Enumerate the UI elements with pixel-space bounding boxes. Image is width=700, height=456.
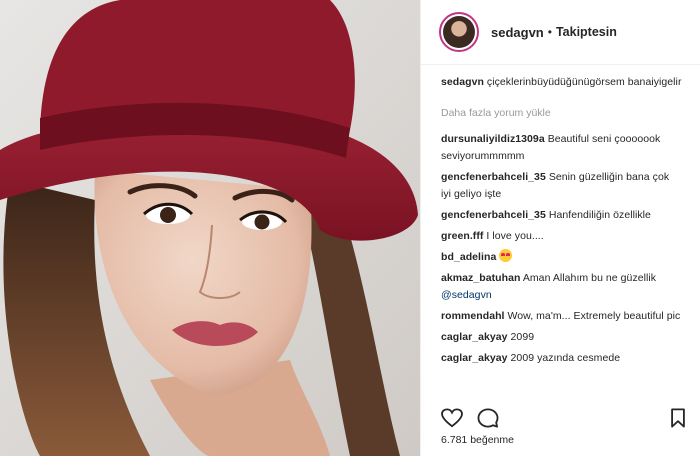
comment-item: gencfenerbahceli_35 Senin güzelliğin ban… xyxy=(441,169,682,203)
post-sidebar: sedagvn • Takiptesin sedagvn çiçeklerinb… xyxy=(420,0,700,456)
avatar-image xyxy=(443,16,475,48)
comment-username[interactable]: bd_adelina xyxy=(441,251,496,263)
comment-username[interactable]: gencfenerbahceli_35 xyxy=(441,209,546,221)
comment-username[interactable]: green.fff xyxy=(441,230,483,242)
caption-text: çiçeklerinbüyüdüğünügörsem banaiyigelir xyxy=(486,76,682,88)
comment-item: akmaz_batuhan Aman Allahım bu ne güzelli… xyxy=(441,270,682,304)
portrait-image xyxy=(0,0,420,456)
caption-username[interactable]: sedagvn xyxy=(441,76,484,88)
comment-text: Aman Allahım bu ne güzellik xyxy=(522,272,657,284)
instagram-post: sedagvn • Takiptesin sedagvn çiçeklerinb… xyxy=(0,0,700,456)
comment-text: Hanfendiliğin özellikle xyxy=(548,209,651,221)
comment-username[interactable]: caglar_akyay xyxy=(441,352,508,364)
likes-count[interactable]: 6.781 beğenme xyxy=(441,434,514,446)
load-more-comments[interactable]: Daha fazla yorum yükle xyxy=(441,107,682,119)
caption: sedagvn çiçeklerinbüyüdüğünügörsem banai… xyxy=(441,74,682,91)
header-username[interactable]: sedagvn xyxy=(491,25,544,40)
comment-username[interactable]: gencfenerbahceli_35 xyxy=(441,171,546,183)
bookmark-icon[interactable] xyxy=(670,408,686,433)
comment-username[interactable]: caglar_akyay xyxy=(441,331,508,343)
comment-text: I love you.... xyxy=(486,230,544,242)
header-separator: • xyxy=(547,25,552,39)
comment-item: green.fff I love you.... xyxy=(441,228,682,245)
comment-item: caglar_akyay 2009 yazında cesmede xyxy=(441,350,682,367)
comment-icon[interactable] xyxy=(477,408,499,433)
comment-text: 2009 yazında cesmede xyxy=(510,352,621,364)
comment-text: 2099 xyxy=(510,331,535,343)
post-actions xyxy=(441,408,686,430)
avatar[interactable] xyxy=(439,12,479,52)
post-photo[interactable] xyxy=(0,0,420,456)
follow-state-button[interactable]: Takiptesin xyxy=(556,25,617,39)
comment-item: dursunaliyildiz1309a Beautiful seni çooo… xyxy=(441,131,682,165)
comments-list[interactable]: sedagvn çiçeklerinbüyüdüğünügörsem banai… xyxy=(421,74,700,404)
comment-item: bd_adelina xyxy=(441,249,682,266)
post-header: sedagvn • Takiptesin xyxy=(421,0,700,65)
comment-item: caglar_akyay 2099 xyxy=(441,329,682,346)
comment-username[interactable]: dursunaliyildiz1309a xyxy=(441,133,545,145)
comment-mention-link[interactable]: @sedagvn xyxy=(441,289,492,301)
comment-item: rommendahl Wow, ma'm... Extremely beauti… xyxy=(441,308,682,325)
comment-username[interactable]: rommendahl xyxy=(441,310,505,322)
comment-item: gencfenerbahceli_35 Hanfendiliğin özelli… xyxy=(441,207,682,224)
comment-username[interactable]: akmaz_batuhan xyxy=(441,272,520,284)
heart-eyes-emoji-icon xyxy=(499,249,513,262)
comment-text: Wow, ma'm... Extremely beautiful pic xyxy=(507,310,681,322)
heart-icon[interactable] xyxy=(441,408,463,433)
